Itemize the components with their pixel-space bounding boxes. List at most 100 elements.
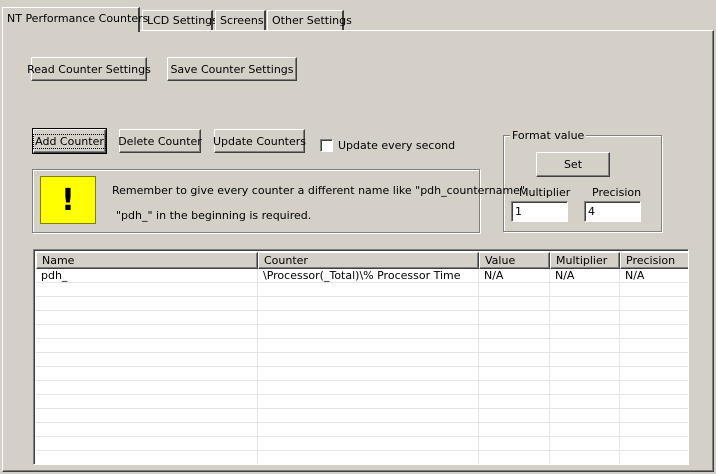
table-row <box>36 283 688 297</box>
multiplier-input[interactable] <box>511 201 568 222</box>
table-cell <box>36 409 258 423</box>
table-cell <box>36 437 258 451</box>
update-every-second-label[interactable]: Update every second <box>338 139 455 152</box>
table-cell <box>550 451 620 464</box>
table-cell <box>620 339 688 353</box>
table-cell <box>620 325 688 339</box>
read-counter-settings-button[interactable]: Read Counter Settings <box>27 57 151 81</box>
table-cell <box>620 297 688 311</box>
table-cell <box>36 311 258 325</box>
info-line-1: Remember to give every counter a differe… <box>112 184 529 197</box>
table-cell <box>479 353 550 367</box>
set-button[interactable]: Set <box>536 152 610 177</box>
delete-counter-button[interactable]: Delete Counter <box>118 129 202 153</box>
table-cell <box>36 339 258 353</box>
table-cell <box>479 409 550 423</box>
table-cell <box>620 395 688 409</box>
table-cell <box>550 325 620 339</box>
table-cell <box>258 437 479 451</box>
table-cell <box>479 423 550 437</box>
table-cell <box>36 325 258 339</box>
column-header-multiplier[interactable]: Multiplier <box>550 252 620 269</box>
table-cell <box>479 283 550 297</box>
column-header-value[interactable]: Value <box>479 252 550 269</box>
table-row <box>36 311 688 325</box>
table-cell <box>258 381 479 395</box>
table-cell <box>36 367 258 381</box>
table-row <box>36 367 688 381</box>
table-cell <box>258 367 479 381</box>
column-header-precision[interactable]: Precision <box>620 252 688 269</box>
column-header-name[interactable]: Name <box>36 252 258 269</box>
save-counter-settings-button[interactable]: Save Counter Settings <box>167 57 297 81</box>
table-cell <box>36 451 258 464</box>
tab-strip: NT Performance Counters LCD Settings Scr… <box>0 0 716 32</box>
table-cell <box>550 367 620 381</box>
table-cell <box>550 353 620 367</box>
counters-table[interactable]: Name Counter Value Multiplier Precision … <box>33 249 689 465</box>
table-cell <box>550 423 620 437</box>
table-cell <box>620 423 688 437</box>
table-cell <box>258 409 479 423</box>
table-cell <box>258 311 479 325</box>
exclamation-icon: ! <box>40 176 96 224</box>
table-cell: N/A <box>620 269 688 283</box>
table-cell <box>620 311 688 325</box>
table-cell <box>258 325 479 339</box>
table-cell <box>550 283 620 297</box>
tab-lcd-settings[interactable]: LCD Settings <box>142 10 218 30</box>
table-cell <box>258 423 479 437</box>
precision-input[interactable] <box>584 201 641 222</box>
table-row <box>36 381 688 395</box>
info-box <box>32 169 480 233</box>
table-cell <box>620 367 688 381</box>
table-row <box>36 451 688 464</box>
tab-screens[interactable]: Screens <box>215 10 266 30</box>
table-cell <box>36 395 258 409</box>
update-counters-button[interactable]: Update Counters <box>213 129 306 153</box>
tab-nt-performance-counters[interactable]: NT Performance Counters <box>2 7 148 32</box>
table-cell <box>479 297 550 311</box>
table-row <box>36 423 688 437</box>
table-cell <box>550 381 620 395</box>
table-cell <box>620 381 688 395</box>
add-counter-button[interactable]: Add Counter <box>32 128 107 154</box>
table-cell: N/A <box>550 269 620 283</box>
table-cell <box>36 283 258 297</box>
table-cell <box>620 409 688 423</box>
table-cell <box>479 437 550 451</box>
table-cell: N/A <box>479 269 550 283</box>
table-cell <box>620 353 688 367</box>
table-cell <box>36 353 258 367</box>
table-row[interactable]: pdh_ \Processor(_Total)\% Processor Time N… <box>36 269 688 283</box>
table-cell <box>479 451 550 464</box>
table-row <box>36 353 688 367</box>
table-cell <box>620 437 688 451</box>
precision-label: Precision <box>592 186 642 199</box>
tab-other-settings[interactable]: Other Settings <box>267 10 352 30</box>
update-every-second-checkbox[interactable] <box>320 139 333 152</box>
table-row <box>36 409 688 423</box>
format-value-legend: Format value <box>510 129 587 142</box>
table-cell <box>550 339 620 353</box>
table-row <box>36 339 688 353</box>
table-cell <box>258 297 479 311</box>
exclamation-glyph: ! <box>61 182 75 218</box>
table-cell <box>550 311 620 325</box>
table-row <box>36 437 688 451</box>
table-cell <box>550 409 620 423</box>
table-cell <box>479 381 550 395</box>
table-cell <box>620 283 688 297</box>
column-header-counter[interactable]: Counter <box>258 252 479 269</box>
table-cell <box>36 297 258 311</box>
table-cell <box>36 381 258 395</box>
table-cell <box>479 339 550 353</box>
add-counter-label: Add Counter <box>33 133 106 149</box>
table-row <box>36 297 688 311</box>
table-cell: \Processor(_Total)\% Processor Time <box>258 269 479 283</box>
table-cell <box>258 353 479 367</box>
table-row <box>36 325 688 339</box>
info-line-2: "pdh_" in the beginning is required. <box>116 209 312 222</box>
table-header: Name Counter Value Multiplier Precision <box>36 252 688 269</box>
table-cell <box>550 297 620 311</box>
